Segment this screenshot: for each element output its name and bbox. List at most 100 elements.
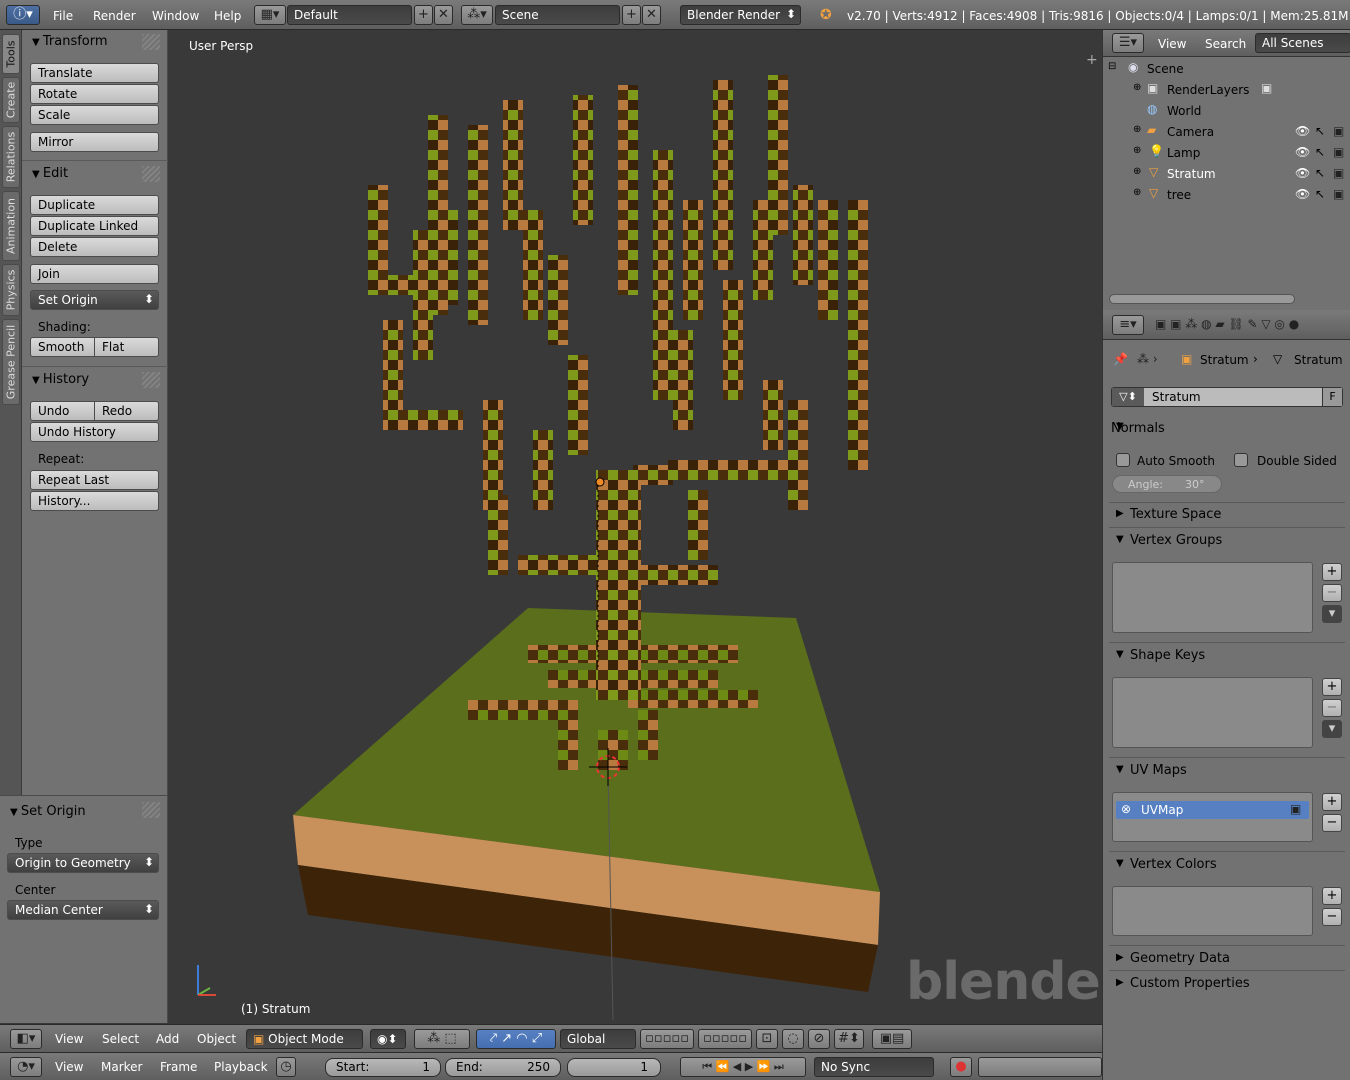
context-tabs-icons[interactable]: ▣ ▣ ⁂ ◍ ▰ ⛓ ✎ ▽ ◎ ● <box>1155 317 1299 331</box>
expand-icon[interactable]: ⊕ <box>1133 166 1141 177</box>
fake-user-button[interactable]: F <box>1322 388 1342 406</box>
render-camera-icon[interactable]: ▣ <box>1333 124 1344 138</box>
uv-maps-panel-header[interactable]: UV Maps <box>1130 763 1350 778</box>
timeline-menu-view[interactable]: View <box>55 1060 83 1074</box>
render-camera-icon[interactable]: ▣ <box>1333 145 1344 159</box>
panel-transform-header[interactable]: Transform <box>32 34 108 49</box>
duplicate-linked-button[interactable]: Duplicate Linked <box>30 216 159 236</box>
transform-manipulator-buttons[interactable]: ⤤ ↗ ◠ ⤢ <box>476 1029 556 1049</box>
render-camera-icon[interactable]: ▣ <box>1333 166 1344 180</box>
uv-map-item[interactable]: ⊗ UVMap ▣ <box>1116 801 1309 819</box>
outliner-filter-dropdown[interactable]: All Scenes <box>1255 33 1350 53</box>
render-camera-icon[interactable]: ▣ <box>1333 187 1344 201</box>
panel-edit-header[interactable]: Edit <box>32 166 68 181</box>
preview-range-icon[interactable]: ◷ <box>276 1057 296 1077</box>
repeat-last-button[interactable]: Repeat Last <box>30 470 159 490</box>
remove-vertex-group-button[interactable]: − <box>1322 584 1342 602</box>
visibility-eye-icon[interactable]: 👁 <box>1295 124 1310 138</box>
history-button[interactable]: History... <box>30 491 159 511</box>
remove-uv-map-button[interactable]: − <box>1322 814 1342 832</box>
interaction-mode-dropdown[interactable]: ▣ Object Mode <box>246 1029 363 1049</box>
panel-grip-icon[interactable] <box>142 372 160 388</box>
layer-buttons-1[interactable]: ▫▫▫▫▫ <box>640 1029 694 1049</box>
outliner-editor-icon[interactable]: ☰▾ <box>1112 33 1144 53</box>
vertex-group-specials-button[interactable]: ▾ <box>1322 605 1342 623</box>
visibility-eye-icon[interactable]: 👁 <box>1295 166 1310 180</box>
outliner-menu-search[interactable]: Search <box>1205 37 1246 51</box>
expand-icon[interactable]: ⊕ <box>1133 124 1141 135</box>
tab-animation[interactable]: Animation <box>2 191 20 261</box>
add-uv-map-button[interactable]: + <box>1322 793 1342 811</box>
current-frame-field[interactable]: 1 <box>567 1058 661 1077</box>
shape-key-specials-button[interactable]: ▾ <box>1322 720 1342 738</box>
timeline-menu-frame[interactable]: Frame <box>160 1060 197 1074</box>
join-button[interactable]: Join <box>30 264 159 284</box>
smooth-button[interactable]: Smooth <box>30 337 95 357</box>
add-shape-key-button[interactable]: + <box>1322 678 1342 696</box>
layer-buttons-2[interactable]: ▫▫▫▫▫ <box>698 1029 752 1049</box>
visibility-eye-icon[interactable]: 👁 <box>1295 187 1310 201</box>
outliner-row-renderlayers[interactable]: ⊕ ▣ RenderLayers ▣ <box>1103 80 1350 101</box>
center-dropdown[interactable]: Median Center ⬍ <box>7 900 159 920</box>
remove-scene-button[interactable]: ✕ <box>642 5 661 25</box>
visibility-eye-icon[interactable]: 👁 <box>1295 145 1310 159</box>
keying-set-field[interactable] <box>978 1057 1102 1077</box>
sync-mode-dropdown[interactable]: No Sync <box>814 1057 934 1077</box>
outliner-row-lamp[interactable]: ⊕ 💡 Lamp 👁 ↖ ▣ <box>1103 143 1350 164</box>
timeline-menu-marker[interactable]: Marker <box>101 1060 142 1074</box>
panel-history-header[interactable]: History <box>32 372 89 387</box>
pivot-and-manipulator-buttons[interactable]: ⁂ ⬚ <box>414 1029 470 1049</box>
add-layout-button[interactable]: + <box>414 5 433 25</box>
outliner-menu-view[interactable]: View <box>1158 37 1186 51</box>
expand-icon[interactable]: ⊕ <box>1133 187 1141 198</box>
vertex-colors-panel-header[interactable]: Vertex Colors <box>1130 857 1350 872</box>
duplicate-button[interactable]: Duplicate <box>30 195 159 215</box>
proportional-edit-icon[interactable]: ◌ <box>782 1029 804 1049</box>
menu-view[interactable]: View <box>55 1032 83 1046</box>
menu-render[interactable]: Render <box>93 9 136 23</box>
flat-button[interactable]: Flat <box>94 337 159 357</box>
panel-grip-icon[interactable] <box>142 802 160 818</box>
layout-icon[interactable]: ▦▾ <box>254 5 286 25</box>
3d-viewport[interactable]: User Persp (1) Stratum blender + <box>168 30 1102 1025</box>
tab-physics[interactable]: Physics <box>2 264 20 316</box>
pin-icon[interactable]: 📌 <box>1113 352 1128 366</box>
menu-help[interactable]: Help <box>214 9 241 23</box>
rotate-button[interactable]: Rotate <box>30 84 159 104</box>
remove-shape-key-button[interactable]: − <box>1322 699 1342 717</box>
set-origin-dropdown[interactable]: Set Origin ⬍ <box>30 290 159 310</box>
mirror-button[interactable]: Mirror <box>30 132 159 152</box>
start-frame-field[interactable]: Start: 1 <box>325 1058 441 1077</box>
remove-layout-button[interactable]: ✕ <box>434 5 453 25</box>
select-cursor-icon[interactable]: ↖ <box>1315 124 1325 138</box>
double-sided-checkbox[interactable] <box>1234 453 1248 467</box>
menu-file[interactable]: File <box>53 9 73 23</box>
outliner-scrollbar[interactable] <box>1109 294 1295 304</box>
uv-active-render-icon[interactable]: ▣ <box>1290 802 1301 816</box>
remove-vertex-color-button[interactable]: − <box>1322 908 1342 926</box>
timeline-editor-icon[interactable]: ◔▾ <box>10 1057 42 1077</box>
add-vertex-color-button[interactable]: + <box>1322 887 1342 905</box>
transform-orientation-dropdown[interactable]: Global <box>560 1029 636 1049</box>
angle-field[interactable]: Angle: 30° <box>1112 475 1222 493</box>
expand-icon[interactable]: ⊕ <box>1133 82 1141 93</box>
mesh-browse-icon[interactable]: ▽⬍ <box>1112 388 1144 406</box>
shape-keys-panel-header[interactable]: Shape Keys <box>1130 648 1350 663</box>
scene-icon[interactable]: ⁂▾ <box>461 5 493 25</box>
tab-grease-pencil[interactable]: Grease Pencil <box>2 319 20 405</box>
normals-panel-header[interactable]: Normals <box>1111 421 1343 436</box>
shape-keys-list[interactable] <box>1112 677 1313 748</box>
add-vertex-group-button[interactable]: + <box>1322 563 1342 581</box>
outliner-row-scene[interactable]: ⊟ ◉ Scene <box>1103 59 1350 80</box>
properties-editor-icon[interactable]: ≡▾ <box>1112 315 1144 335</box>
collapse-icon[interactable]: ⊟ <box>1108 61 1116 72</box>
menu-select[interactable]: Select <box>102 1032 139 1046</box>
snap-toggle-icon[interactable]: ⊘ <box>808 1029 830 1049</box>
menu-window[interactable]: Window <box>152 9 199 23</box>
origin-type-dropdown[interactable]: Origin to Geometry ⬍ <box>7 853 159 873</box>
set-origin-panel-header[interactable]: Set Origin <box>10 804 86 819</box>
vertex-groups-list[interactable] <box>1112 562 1313 633</box>
custom-properties-panel-header[interactable]: Custom Properties <box>1130 976 1350 991</box>
geometry-data-panel-header[interactable]: Geometry Data <box>1130 951 1350 966</box>
vertex-groups-panel-header[interactable]: Vertex Groups <box>1130 533 1350 548</box>
